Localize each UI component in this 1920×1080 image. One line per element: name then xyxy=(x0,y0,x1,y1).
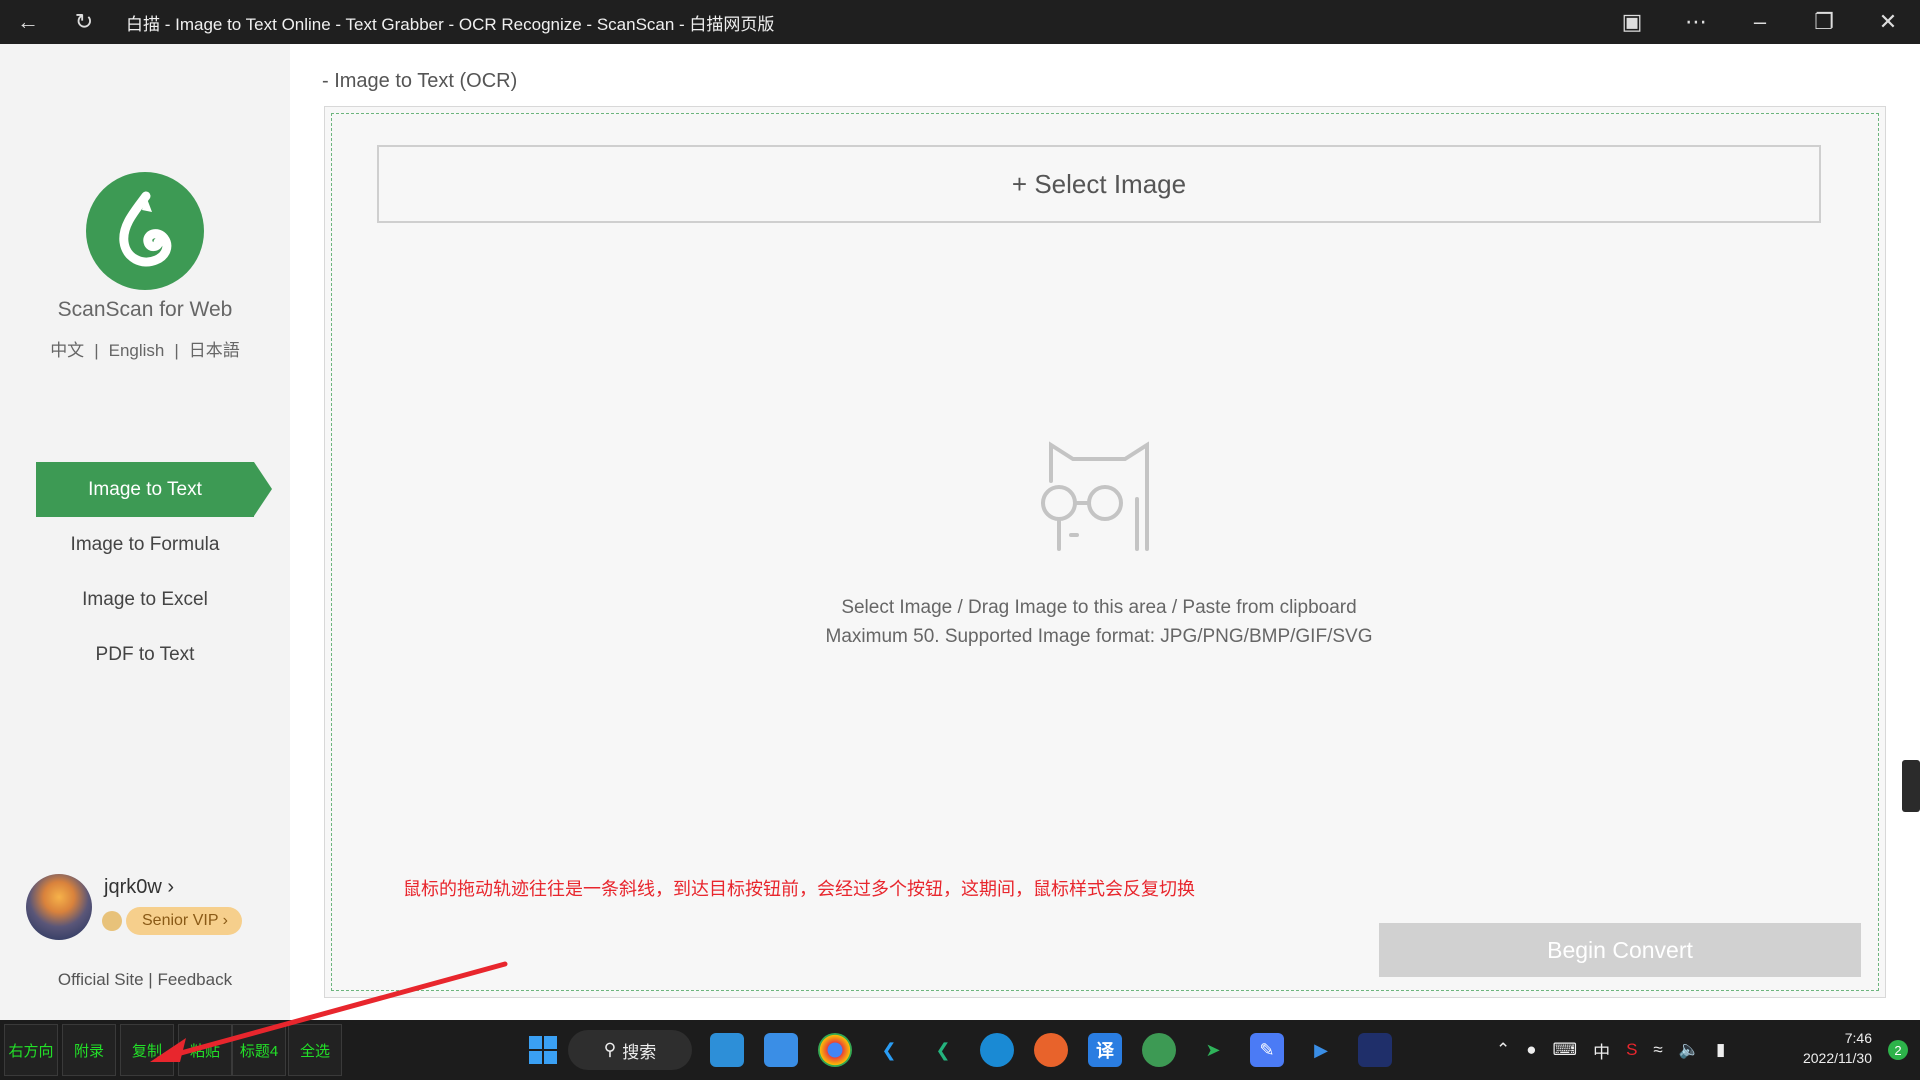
back-icon[interactable]: ← xyxy=(0,0,56,44)
lang-chinese[interactable]: 中文 xyxy=(50,341,84,360)
pen-app-icon[interactable]: ✎ xyxy=(1250,1033,1284,1067)
link-separator: | xyxy=(143,970,158,989)
scanscan-app-icon[interactable] xyxy=(1142,1033,1176,1067)
chevron-right-icon: › xyxy=(222,912,228,929)
cat-app-icon[interactable] xyxy=(1358,1033,1392,1067)
drop-hint: Select Image / Drag Image to this area /… xyxy=(841,597,1357,618)
feedback-link[interactable]: Feedback xyxy=(157,970,232,989)
media-player-icon[interactable]: ▶ xyxy=(1304,1033,1338,1067)
restore-icon[interactable]: ❐ xyxy=(1792,0,1856,44)
notification-badge[interactable]: 2 xyxy=(1888,1040,1908,1060)
main-content: - Image to Text (OCR) + Select Image Sel… xyxy=(290,44,1920,1020)
begin-convert-button[interactable]: Begin Convert xyxy=(1379,923,1861,977)
chrome-icon[interactable] xyxy=(818,1033,852,1067)
sidebar-nav: Image to Text Image to Formula Image to … xyxy=(0,462,290,682)
quick-button-copy[interactable]: 复制 xyxy=(120,1024,174,1076)
official-site-link[interactable]: Official Site xyxy=(58,970,144,989)
search-icon: ⚲ xyxy=(603,1040,617,1059)
quick-button-right-direction[interactable]: 右方向 xyxy=(4,1024,58,1076)
sidebar: ScanScan for Web 中文 | English | 日本語 Image to… xyxy=(0,44,290,1020)
refresh-icon[interactable]: ↻ xyxy=(56,0,112,44)
vip-medal-icon xyxy=(102,911,122,931)
minimize-icon[interactable]: – xyxy=(1728,0,1792,44)
clock-date: 2022/11/30 xyxy=(1802,1050,1872,1066)
vip-badge[interactable]: Senior VIP › xyxy=(102,906,262,936)
lang-separator: | xyxy=(174,341,179,360)
taskbar: 右方向 附录 复制 粘贴 标题4 全选 ⚲ 搜索 ❮ ❮ 译 ➤ ✎ ▶ ⌃ ●… xyxy=(0,1020,1920,1080)
send-app-icon[interactable]: ➤ xyxy=(1196,1033,1230,1067)
notepad-icon[interactable] xyxy=(764,1033,798,1067)
lang-separator: | xyxy=(94,341,99,360)
lang-japanese[interactable]: 日本語 xyxy=(189,341,240,360)
format-hint: Maximum 50. Supported Image format: JPG/… xyxy=(825,626,1373,647)
nav-item-image-to-formula[interactable]: Image to Formula xyxy=(0,517,290,572)
start-area xyxy=(516,1020,570,1080)
desktop-app-icon[interactable] xyxy=(710,1033,744,1067)
nav-item-pdf-to-text[interactable]: PDF to Text xyxy=(0,627,290,682)
chevron-up-icon[interactable]: ⌃ xyxy=(1496,1040,1510,1060)
nav-item-image-to-text[interactable]: Image to Text xyxy=(36,462,272,517)
sogou-icon[interactable]: S xyxy=(1626,1040,1637,1060)
clock-time: 7:46 xyxy=(1844,1030,1872,1046)
close-icon[interactable]: ✕ xyxy=(1856,0,1920,44)
window-title: 白描 - Image to Text Online - Text Grabber… xyxy=(126,14,775,34)
language-switcher: 中文 | English | 日本語 xyxy=(0,336,290,361)
quick-button-appendix[interactable]: 附录 xyxy=(62,1024,116,1076)
vip-pill: Senior VIP › xyxy=(126,907,242,935)
volume-icon[interactable]: 🔈 xyxy=(1679,1040,1700,1060)
scanscan-logo-icon xyxy=(86,172,204,290)
cat-placeholder-icon xyxy=(1033,439,1165,555)
windows-start-icon[interactable] xyxy=(526,1033,560,1067)
avatar[interactable] xyxy=(26,874,92,940)
edge-icon[interactable] xyxy=(980,1033,1014,1067)
clock[interactable]: 7:46 2022/11/30 xyxy=(1782,1028,1872,1068)
user-profile-link[interactable]: jqrk0w › xyxy=(104,876,174,899)
vip-label: Senior VIP xyxy=(142,912,219,929)
system-tray: ⌃ ● ⌨ 中 S ≈ 🔈 ▮ xyxy=(1488,1020,1733,1080)
cast-icon[interactable]: ▣ xyxy=(1600,0,1664,44)
wifi-icon[interactable]: ≈ xyxy=(1653,1040,1662,1060)
page-title: - Image to Text (OCR) xyxy=(322,70,518,92)
annotation-note: 鼠标的拖动轨迹往往是一条斜线，到达目标按钮前，会经过多个按钮，这期间，鼠标样式会… xyxy=(403,879,1195,899)
quick-button-select-all[interactable]: 全选 xyxy=(288,1024,342,1076)
title-bar: ← ↻ 白描 - Image to Text Online - Text Gra… xyxy=(0,0,1920,44)
quick-button-heading4[interactable]: 标题4 xyxy=(232,1024,286,1076)
search-label: 搜索 xyxy=(622,1042,657,1062)
vscode-insiders-icon[interactable]: ❮ xyxy=(926,1033,960,1067)
side-panel-handle[interactable] xyxy=(1902,760,1920,812)
vscode-icon[interactable]: ❮ xyxy=(872,1033,906,1067)
translate-icon[interactable]: 译 xyxy=(1088,1033,1122,1067)
quick-button-paste[interactable]: 粘贴 xyxy=(178,1024,232,1076)
battery-icon[interactable]: ▮ xyxy=(1716,1040,1725,1060)
lang-english[interactable]: English xyxy=(109,341,165,360)
firefox-icon[interactable] xyxy=(1034,1033,1068,1067)
footer-links: Official Site | Feedback xyxy=(0,970,290,990)
select-image-button[interactable]: + Select Image xyxy=(377,145,1821,223)
pinned-apps: ❮ ❮ 译 ➤ ✎ ▶ xyxy=(700,1020,1402,1080)
chevron-right-icon: › xyxy=(167,876,175,898)
more-icon[interactable]: ⋯ xyxy=(1664,0,1728,44)
keyboard-icon[interactable]: ⌨ xyxy=(1553,1040,1578,1060)
taskbar-search[interactable]: ⚲ 搜索 xyxy=(568,1030,692,1070)
drop-zone[interactable]: + Select Image Select Image / Drag Image… xyxy=(324,106,1886,998)
input-method[interactable]: 中 xyxy=(1593,1038,1610,1063)
nav-item-image-to-excel[interactable]: Image to Excel xyxy=(0,572,290,627)
tray-cat-icon[interactable]: ● xyxy=(1526,1040,1536,1060)
brand-name: ScanScan for Web xyxy=(57,298,233,321)
username: jqrk0w xyxy=(104,876,162,898)
